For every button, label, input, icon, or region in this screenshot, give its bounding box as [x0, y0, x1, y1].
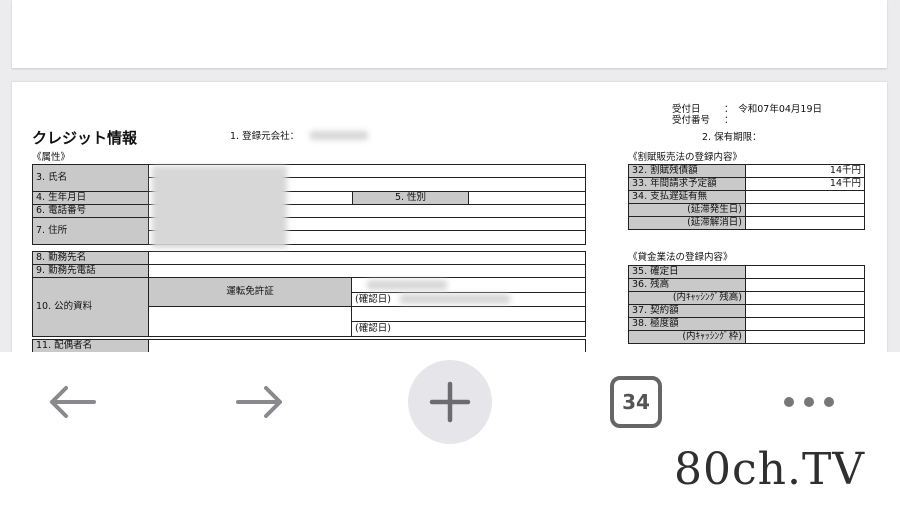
- delay-end-label: (延滞解消日): [628, 216, 746, 230]
- annual-value: 14千円: [745, 177, 865, 191]
- confirm-value: [745, 265, 865, 279]
- more-button[interactable]: [776, 384, 842, 420]
- page-title: クレジット情報: [32, 129, 138, 147]
- contract-label: 37. 契約額: [628, 304, 746, 318]
- received-no-label: 受付番号: [672, 115, 711, 126]
- delay-label: 34. 支払遅延有無: [628, 190, 746, 204]
- new-tab-button[interactable]: [408, 360, 492, 444]
- balance-cashing-value: [745, 291, 865, 305]
- limit-cashing-value: [745, 330, 865, 344]
- public-doc-label: 10. 公的資料: [32, 277, 149, 337]
- address-label: 7. 住所: [32, 217, 149, 245]
- confirm-label: 35. 確定日: [628, 265, 746, 279]
- money-lending-header: 《貸金業法の登録内容》: [628, 252, 733, 263]
- employer-label: 8. 勤務先名: [32, 251, 149, 265]
- redacted-license-number: [367, 280, 447, 290]
- browser-toolbar: 34 80ch.TV: [0, 352, 900, 506]
- name-label: 3. 氏名: [32, 164, 149, 192]
- forward-button[interactable]: [228, 378, 292, 426]
- registrant-label: 1. 登録元会社：: [230, 131, 300, 142]
- received-no-value: ：: [724, 115, 734, 126]
- spouse-label: 11. 配偶者名: [32, 339, 149, 353]
- license-label: 運転免許証: [148, 277, 352, 307]
- gender-value: [468, 191, 586, 205]
- balance-value: [745, 278, 865, 292]
- delay-start-label: (延滞発生日): [628, 203, 746, 217]
- more-dots-icon: [784, 397, 834, 407]
- delay-start-value: [745, 203, 865, 217]
- attributes-header: 《属性》: [32, 152, 71, 163]
- phone-label: 6. 電話番号: [32, 204, 149, 218]
- document-page: 受付日 ： 令和07年04月19日 受付番号 ： クレジット情報 1. 登録元会…: [12, 82, 887, 372]
- redacted-registrant: [310, 131, 368, 140]
- plus-icon: [429, 381, 471, 423]
- debt-value: 14千円: [745, 164, 865, 178]
- limit-value: [745, 317, 865, 331]
- second-doc-number-cell: [351, 306, 586, 322]
- redacted-personal-info: [152, 166, 287, 248]
- employer-phone-value: [148, 264, 586, 278]
- redacted-confirm-date: [400, 294, 510, 304]
- back-button[interactable]: [40, 378, 104, 426]
- forward-arrow-icon: [236, 386, 282, 418]
- previous-page: [12, 0, 887, 68]
- employer-value: [148, 251, 586, 265]
- contract-value: [745, 304, 865, 318]
- second-doc-cell: [148, 306, 352, 337]
- back-arrow-icon: [50, 386, 96, 418]
- confirm-date-2: (確認日): [351, 321, 586, 337]
- spouse-value: [148, 339, 586, 353]
- balance-cashing-label: (内ｷｬｯｼﾝｸﾞ残高): [628, 291, 746, 305]
- tab-count-button[interactable]: 34: [610, 376, 662, 428]
- limit-label: 38. 極度額: [628, 317, 746, 331]
- annual-label: 33. 年間請求予定額: [628, 177, 746, 191]
- employer-phone-label: 9. 勤務先電話: [32, 264, 149, 278]
- birthdate-label: 4. 生年月日: [32, 191, 149, 205]
- limit-cashing-label: (内ｷｬｯｼﾝｸﾞ枠): [628, 330, 746, 344]
- gender-label: 5. 性別: [352, 191, 469, 205]
- delay-end-value: [745, 216, 865, 230]
- delay-value: [745, 190, 865, 204]
- received-date-label: 受付日: [672, 104, 701, 115]
- watermark: 80ch.TV: [674, 444, 866, 495]
- retention-label: 2. 保有期限：: [702, 132, 762, 143]
- installment-header: 《割賦販売法の登録内容》: [628, 152, 743, 163]
- received-date-value: ： 令和07年04月19日: [724, 104, 823, 115]
- debt-label: 32. 割賦残債額: [628, 164, 746, 178]
- balance-label: 36. 残高: [628, 278, 746, 292]
